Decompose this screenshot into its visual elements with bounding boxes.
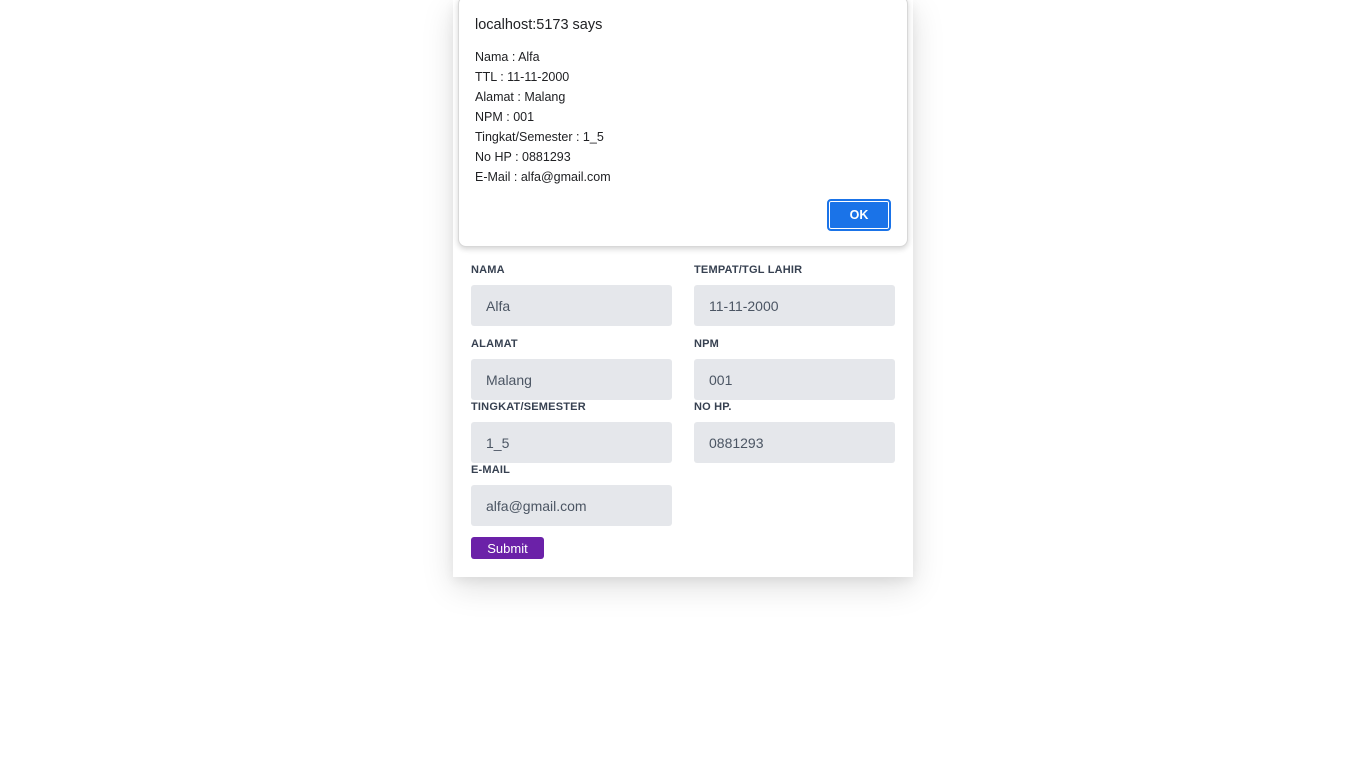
- email-input[interactable]: [471, 485, 672, 526]
- nama-label: NAMA: [471, 264, 505, 276]
- semester-input[interactable]: [471, 422, 672, 463]
- alert-message: Nama : Alfa TTL : 11-11-2000 Alamat : Ma…: [475, 47, 611, 187]
- alert-line-nohp: No HP : 0881293: [475, 150, 571, 164]
- submit-button[interactable]: Submit: [471, 537, 544, 559]
- email-label: E-MAIL: [471, 464, 511, 476]
- npm-input[interactable]: [694, 359, 895, 400]
- alert-title: localhost:5173 says: [475, 17, 603, 33]
- ttl-input[interactable]: [694, 285, 895, 326]
- alamat-input[interactable]: [471, 359, 672, 400]
- ttl-label: TEMPAT/TGL LAHIR: [694, 264, 803, 276]
- alert-line-ttl: TTL : 11-11-2000: [475, 70, 570, 84]
- ok-button[interactable]: OK: [827, 199, 891, 231]
- alert-line-nama: Nama : Alfa: [475, 50, 540, 64]
- semester-label: TINGKAT/SEMESTER: [471, 401, 586, 413]
- alert-dialog: localhost:5173 says Nama : Alfa TTL : 11…: [458, 0, 908, 247]
- npm-label: NPM: [694, 338, 720, 350]
- nama-input[interactable]: [471, 285, 672, 326]
- nohp-label: NO HP.: [694, 401, 732, 413]
- alert-line-semester: Tingkat/Semester : 1_5: [475, 130, 604, 144]
- alert-line-npm: NPM : 001: [475, 110, 535, 124]
- alert-line-email: E-Mail : alfa@gmail.com: [475, 170, 611, 184]
- nohp-input[interactable]: [694, 422, 895, 463]
- alert-line-alamat: Alamat : Malang: [475, 90, 566, 104]
- alamat-label: ALAMAT: [471, 338, 518, 350]
